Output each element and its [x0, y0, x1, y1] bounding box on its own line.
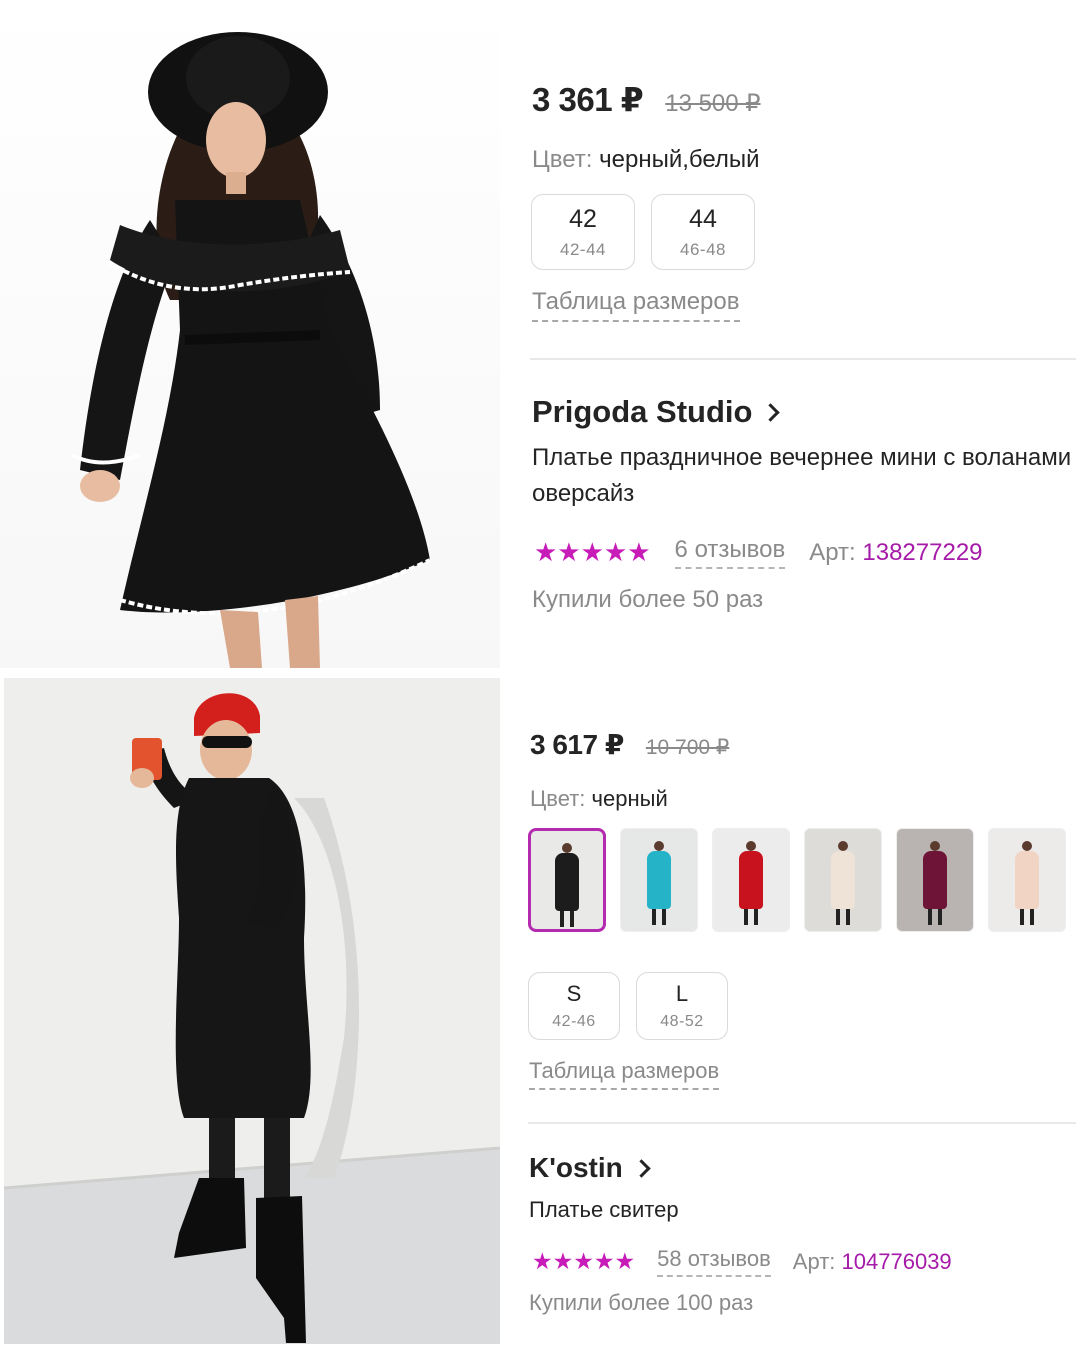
size-label: 42 [569, 204, 597, 233]
swatch-model-head [1022, 841, 1032, 851]
swatch-model-legs [928, 909, 942, 925]
swatch-model-head [930, 841, 940, 851]
brand-name: Prigoda Studio [532, 394, 753, 429]
size-button-44[interactable]: 44 46-48 [651, 194, 755, 270]
current-price: 3 617 ₽ [530, 729, 624, 760]
brand-name: K'ostin [529, 1152, 623, 1183]
size-selector: S 42-46 L 48-52 [528, 972, 728, 1040]
model-black-sweater-dress-image [4, 678, 500, 1344]
color-label: Цвет: [532, 146, 593, 173]
swatch-model-legs [560, 911, 574, 927]
product-card-2: 3 617 ₽ 10 700 ₽ Цвет: черный S 42-46 L … [0, 676, 1080, 1350]
article-number: Арт: 104776039 [793, 1249, 952, 1275]
article-value[interactable]: 138277229 [862, 539, 982, 566]
swatch-dress-color [647, 851, 671, 909]
size-range: 42-46 [552, 1013, 596, 1030]
divider [528, 1122, 1076, 1124]
color-swatches [528, 828, 1066, 932]
color-row: Цвет: черный [530, 786, 668, 812]
divider [530, 358, 1076, 360]
rating-row: ★★★★★ 58 отзывов Арт: 104776039 [532, 1246, 952, 1277]
swatch-dress-color [923, 851, 947, 909]
product-title-line: Платье свитер [529, 1197, 679, 1222]
product-title-line: оверсайз [532, 480, 635, 507]
color-swatch[interactable] [988, 828, 1066, 932]
size-range: 42-44 [560, 239, 606, 259]
article-label: Арт: [792, 1248, 836, 1274]
swatch-model-head [562, 843, 572, 853]
model-black-ruffle-dress-image [71, 32, 431, 668]
size-label: S [566, 981, 582, 1006]
color-swatch[interactable] [896, 828, 974, 932]
size-button-42[interactable]: 42 42-44 [531, 194, 635, 270]
article-label: Арт: [809, 538, 856, 566]
swatch-model-head [654, 841, 664, 851]
swatch-dress-color [555, 853, 579, 911]
chevron-right-icon [761, 402, 781, 422]
chevron-right-icon [632, 1158, 651, 1178]
color-swatch[interactable] [712, 828, 790, 932]
size-range: 46-48 [680, 239, 726, 259]
size-button-l[interactable]: L 48-52 [636, 972, 728, 1040]
product-photo[interactable] [0, 0, 500, 668]
color-row: Цвет: черный,белый [532, 146, 760, 174]
brand-link[interactable]: Prigoda Studio [532, 394, 781, 430]
size-button-s[interactable]: S 42-46 [528, 972, 620, 1040]
purchase-count: Купили более 50 раз [532, 586, 764, 613]
current-price: 3 361 ₽ [532, 81, 644, 118]
color-swatch[interactable] [620, 828, 698, 932]
color-value: черный [591, 786, 668, 811]
color-swatch[interactable] [804, 828, 882, 932]
reviews-link[interactable]: 6 отзывов [674, 536, 786, 569]
purchase-count: Купили более 100 раз [529, 1290, 754, 1315]
size-range: 48-52 [660, 1013, 704, 1030]
swatch-model-head [746, 841, 756, 851]
article-number: Арт: 138277229 [809, 539, 982, 567]
product-photo[interactable] [4, 678, 500, 1344]
size-label: L [675, 981, 689, 1006]
product-card-1: 3 361 ₽ 13 500 ₽ Цвет: черный,белый 42 4… [0, 0, 1080, 670]
reviews-link[interactable]: 58 отзывов [657, 1246, 771, 1277]
color-value: черный,белый [599, 146, 760, 173]
swatch-dress-color [831, 851, 855, 909]
size-label: 44 [689, 204, 717, 233]
swatch-dress-color [1015, 851, 1039, 909]
swatch-model-legs [652, 909, 666, 925]
swatch-model-legs [836, 909, 850, 925]
brand-link[interactable]: K'ostin [529, 1152, 651, 1184]
color-swatch[interactable] [528, 828, 606, 932]
swatch-model-legs [1020, 909, 1034, 925]
old-price: 10 700 ₽ [645, 736, 730, 759]
product-title-line: Платье праздничное вечернее мини с волан… [532, 444, 1072, 471]
size-table-link[interactable]: Таблица размеров [532, 288, 740, 322]
rating-stars-icon: ★★★★★ [534, 537, 651, 567]
price-row: 3 361 ₽ 13 500 ₽ [532, 80, 761, 119]
article-value[interactable]: 104776039 [842, 1249, 952, 1274]
swatch-model-legs [744, 909, 758, 925]
swatch-dress-color [739, 851, 763, 909]
rating-row: ★★★★★ 6 отзывов Арт: 138277229 [534, 536, 983, 569]
size-table-link[interactable]: Таблица размеров [529, 1058, 720, 1090]
old-price: 13 500 ₽ [665, 90, 761, 117]
rating-stars-icon: ★★★★★ [532, 1248, 636, 1274]
swatch-model-head [838, 841, 848, 851]
color-label: Цвет: [530, 786, 586, 811]
size-selector: 42 42-44 44 46-48 [531, 194, 755, 270]
price-row: 3 617 ₽ 10 700 ₽ [530, 728, 729, 761]
